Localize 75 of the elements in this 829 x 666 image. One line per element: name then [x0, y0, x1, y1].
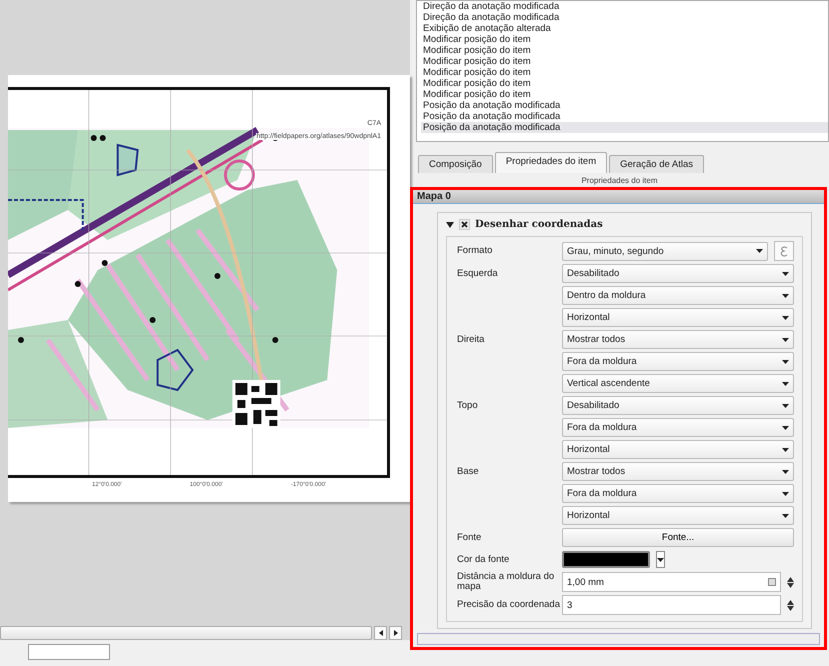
scrollbar[interactable] [417, 633, 820, 645]
dropdown[interactable]: Mostrar todos [562, 330, 794, 349]
dropdown[interactable]: Dentro da moldura [562, 286, 794, 305]
dropdown[interactable]: Fora da moldura [562, 484, 794, 503]
history-item[interactable]: Posição da anotação modificada [421, 122, 828, 133]
color-dropdown[interactable] [656, 551, 665, 568]
dropdown[interactable]: Horizontal [562, 308, 794, 327]
spin-down-icon[interactable] [787, 582, 794, 588]
tab[interactable]: Propriedades do item [494, 152, 608, 173]
spin-up-icon[interactable] [787, 600, 794, 604]
history-item[interactable]: Modificar posição do item [421, 67, 828, 78]
caret-icon [782, 316, 789, 320]
scrollbar[interactable] [0, 626, 372, 640]
section-title: Mapa 0 [413, 190, 824, 204]
tab[interactable]: Geração de Atlas [609, 155, 704, 173]
spin-field[interactable]: 3 [562, 595, 781, 615]
history-item[interactable]: Posição da anotação modificada [421, 100, 828, 111]
expression-button[interactable] [774, 241, 794, 261]
caret-icon [756, 249, 763, 253]
dropdown[interactable]: Horizontal [562, 506, 794, 525]
color-swatch[interactable] [562, 551, 650, 568]
clear-icon [768, 578, 776, 586]
caret-icon [782, 338, 789, 342]
spin-up-icon[interactable] [787, 576, 794, 582]
dropdown[interactable]: Vertical ascendente [562, 374, 794, 393]
field-label: Cor da fonte [457, 554, 510, 564]
spin-field[interactable]: 1,00 mm [562, 572, 781, 592]
caret-icon [782, 404, 789, 408]
history-item[interactable]: Modificar posição do item [421, 45, 828, 56]
dropdown[interactable]: Desabilitado [562, 264, 794, 283]
field-label: Base [457, 466, 480, 476]
history-item[interactable]: Posição da anotação modificada [421, 111, 828, 122]
scroll-right-button[interactable] [389, 626, 402, 640]
dropdown[interactable]: Desabilitado [562, 396, 794, 415]
history-item[interactable]: Modificar posição do item [421, 56, 828, 67]
caret-icon [782, 492, 789, 496]
field-label: Topo [457, 400, 479, 410]
caret-icon [782, 470, 789, 474]
field-label: Formato [457, 246, 494, 256]
expand-icon[interactable] [446, 222, 454, 228]
tab[interactable]: Composição [418, 155, 493, 173]
field-label: Esquerda [457, 268, 499, 278]
caret-icon [782, 360, 789, 364]
caret-icon [782, 426, 789, 430]
scroll-left-button[interactable] [374, 626, 387, 640]
field-label: Direita [457, 334, 486, 344]
epsilon-icon [780, 246, 788, 256]
dropdown[interactable]: Grau, minuto, segundo [562, 242, 768, 260]
dropdown[interactable]: Fora da moldura [562, 352, 794, 371]
spin-down-icon[interactable] [787, 606, 794, 610]
caret-icon [657, 558, 664, 562]
history-item[interactable]: Exibição de anotação alterada [421, 23, 828, 34]
field-label: Precisão da coordenada [457, 600, 561, 610]
caret-icon [782, 514, 789, 518]
history-item[interactable]: Direção da anotação modificada [421, 1, 828, 12]
dropdown[interactable]: Mostrar todos [562, 462, 794, 481]
caret-icon [782, 272, 789, 276]
caret-icon [782, 382, 789, 386]
zoom-combo[interactable] [28, 644, 110, 660]
history-item[interactable]: Modificar posição do item [421, 89, 828, 100]
checkbox[interactable] [459, 219, 470, 230]
font-button[interactable]: Fonte... [562, 528, 794, 547]
field-label: Distância a moldura do mapa [457, 572, 556, 592]
right-arrow-icon [394, 630, 398, 636]
panel-title: Propriedades do item [580, 175, 659, 187]
history-item[interactable]: Modificar posição do item [421, 78, 828, 89]
caret-icon [782, 448, 789, 452]
history-item[interactable]: Direção da anotação modificada [421, 12, 828, 23]
caret-icon [782, 294, 789, 298]
history-item[interactable]: Modificar posição do item [421, 34, 828, 45]
group-label: Desenhar coordenadas [475, 219, 603, 230]
dropdown[interactable]: Horizontal [562, 440, 794, 459]
dropdown[interactable]: Fora da moldura [562, 418, 794, 437]
left-arrow-icon [378, 630, 382, 636]
field-label: Fonte [457, 532, 482, 542]
